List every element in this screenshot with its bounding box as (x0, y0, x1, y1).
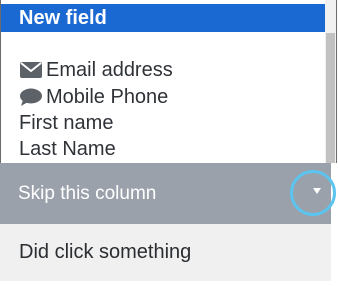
option-mobile-phone[interactable]: Mobile Phone (1, 84, 326, 110)
field-dropdown-list[interactable]: New field Email address Mobile Phone Fir… (0, 0, 337, 163)
dropdown-scrollbar[interactable] (325, 0, 336, 163)
option-last-name[interactable]: Last Name (1, 136, 326, 162)
status-bar: Did click something (0, 224, 331, 281)
status-message: Did click something (19, 241, 192, 263)
envelope-icon (19, 61, 43, 79)
option-new-field[interactable]: New field (1, 4, 326, 32)
option-first-name[interactable]: First name (1, 110, 326, 136)
column-mapping-widget: New field Email address Mobile Phone Fir… (0, 0, 338, 286)
select-current-value: Skip this column (18, 183, 157, 204)
option-label: Last Name (19, 138, 116, 160)
option-label: Mobile Phone (46, 86, 169, 108)
option-label: First name (19, 112, 114, 134)
scrollbar-thumb[interactable] (326, 33, 335, 163)
column-select[interactable]: Skip this column (0, 163, 331, 224)
option-label: Email address (46, 59, 173, 81)
option-label: New field (19, 7, 107, 29)
caret-down-icon (313, 188, 321, 194)
option-email-address[interactable]: Email address (1, 57, 326, 83)
dropdown-options: New field Email address Mobile Phone Fir… (1, 0, 326, 163)
chat-bubble-icon (19, 88, 43, 106)
